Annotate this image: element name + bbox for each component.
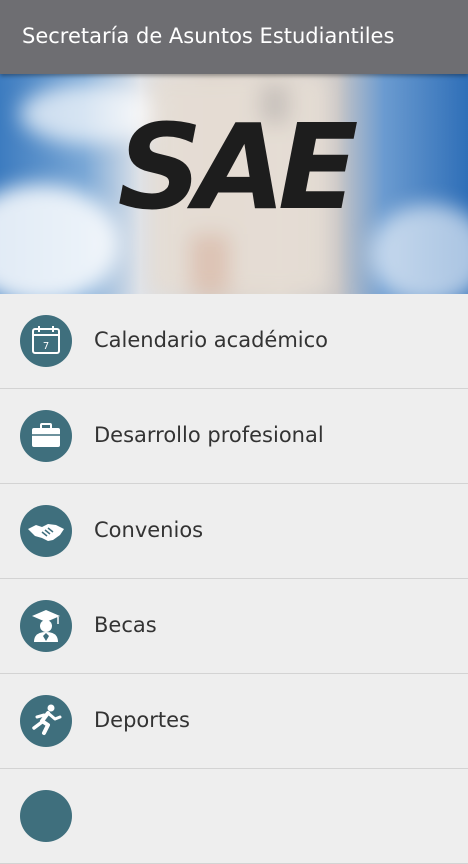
menu-item-label: Deportes bbox=[94, 708, 190, 732]
graduate-icon bbox=[20, 600, 72, 652]
menu-item-becas[interactable]: Becas bbox=[0, 579, 468, 674]
menu-item-calendario[interactable]: 7 Calendario académico bbox=[0, 294, 468, 389]
menu-list: 7 Calendario académico Desarrollo profes… bbox=[0, 294, 468, 864]
running-icon bbox=[20, 695, 72, 747]
sae-logo: SAE bbox=[117, 98, 359, 236]
menu-item-label: Desarrollo profesional bbox=[94, 423, 324, 447]
menu-item-desarrollo[interactable]: Desarrollo profesional bbox=[0, 389, 468, 484]
calendar-icon: 7 bbox=[20, 315, 72, 367]
app-title: Secretaría de Asuntos Estudiantiles bbox=[22, 24, 395, 48]
svg-text:7: 7 bbox=[43, 341, 49, 352]
banner-image: SAE bbox=[0, 74, 468, 294]
menu-item-convenios[interactable]: Convenios bbox=[0, 484, 468, 579]
more-icon bbox=[20, 790, 72, 842]
handshake-icon bbox=[20, 505, 72, 557]
menu-item-more[interactable] bbox=[0, 769, 468, 864]
briefcase-icon bbox=[20, 410, 72, 462]
menu-item-deportes[interactable]: Deportes bbox=[0, 674, 468, 769]
menu-item-label: Convenios bbox=[94, 518, 204, 542]
app-bar: Secretaría de Asuntos Estudiantiles bbox=[0, 0, 468, 74]
menu-item-label: Becas bbox=[94, 613, 157, 637]
menu-item-label: Calendario académico bbox=[94, 328, 329, 352]
